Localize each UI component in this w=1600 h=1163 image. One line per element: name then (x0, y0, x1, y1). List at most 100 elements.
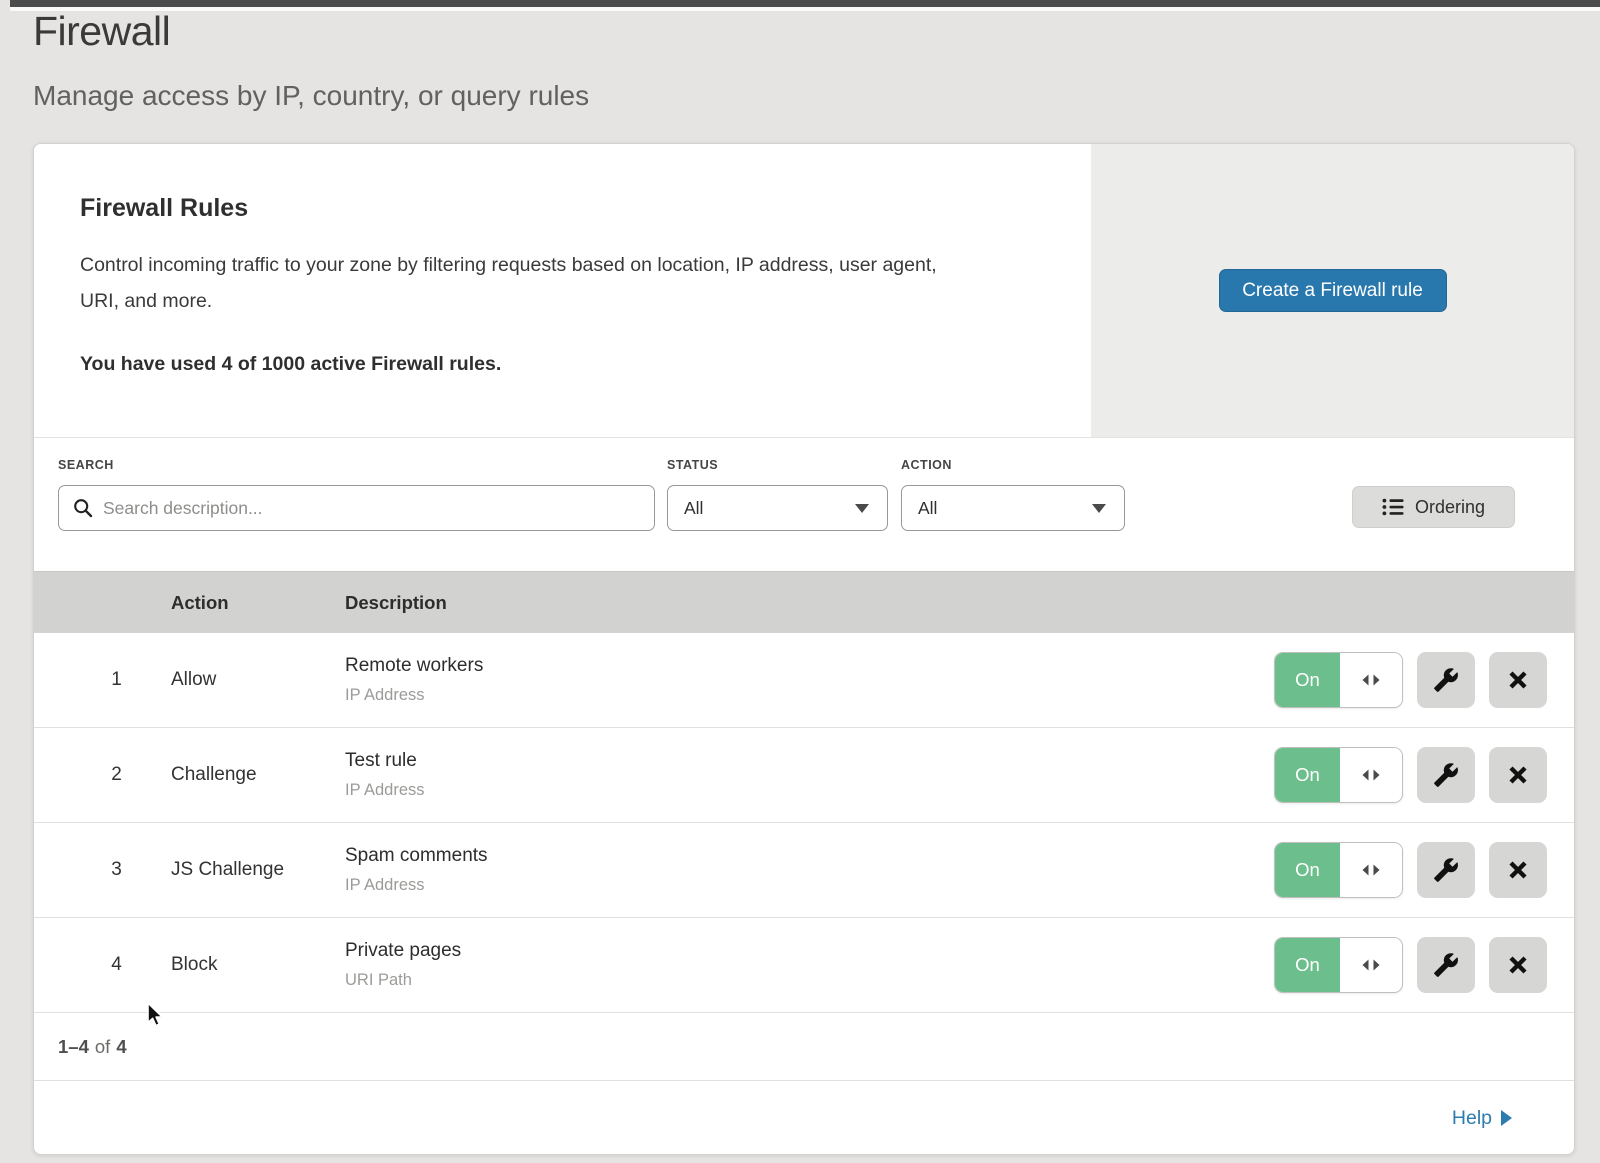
column-header-description: Description (345, 592, 1276, 614)
card-footer: Help (34, 1081, 1574, 1155)
wrench-icon (1433, 762, 1459, 788)
pagination-range: 1–4 (58, 1036, 89, 1058)
column-header-action: Action (171, 592, 345, 614)
status-select[interactable]: All (667, 485, 888, 531)
mouse-cursor (146, 1002, 166, 1028)
ordering-list-icon (1382, 498, 1404, 516)
toggle-arrows-icon (1359, 767, 1383, 783)
edit-rule-button[interactable] (1417, 652, 1475, 708)
toggle-arrows-icon (1359, 672, 1383, 688)
ordering-button[interactable]: Ordering (1352, 486, 1515, 528)
toggle-on-label[interactable]: On (1275, 938, 1340, 992)
pagination-bar: 1–4 of 4 (34, 1013, 1574, 1081)
pagination-of: of (95, 1036, 110, 1058)
table-row: 4 Block Private pages URI Path On (34, 918, 1574, 1013)
rule-match-type: URI Path (345, 971, 1276, 990)
rule-priority-number: 1 (34, 669, 171, 691)
page-title: Firewall (33, 8, 170, 55)
rule-controls: On (1276, 747, 1574, 803)
toggle-arrows-icon (1359, 862, 1383, 878)
hero-aside-panel: Create a Firewall rule (1091, 144, 1574, 437)
rule-controls: On (1276, 937, 1574, 993)
toggle-arrows-icon (1359, 957, 1383, 973)
delete-rule-button[interactable] (1489, 937, 1547, 993)
ordering-button-label: Ordering (1415, 497, 1485, 518)
rule-description-cell: Remote workers IP Address (345, 655, 1276, 705)
table-row: 3 JS Challenge Spam comments IP Address … (34, 823, 1574, 918)
card-description: Control incoming traffic to your zone by… (80, 247, 980, 319)
close-icon (1507, 954, 1529, 976)
rule-enabled-toggle[interactable]: On (1274, 937, 1403, 993)
wrench-icon (1433, 952, 1459, 978)
page-subtitle: Manage access by IP, country, or query r… (33, 80, 589, 112)
edit-rule-button[interactable] (1417, 937, 1475, 993)
rule-controls: On (1276, 842, 1574, 898)
action-label: ACTION (901, 458, 952, 472)
delete-rule-button[interactable] (1489, 842, 1547, 898)
toggle-handle[interactable] (1340, 748, 1402, 802)
action-select[interactable]: All (901, 485, 1125, 531)
caret-down-icon (855, 504, 869, 513)
toggle-on-label[interactable]: On (1275, 748, 1340, 802)
rule-priority-number: 2 (34, 764, 171, 786)
filter-bar: SEARCH STATUS All ACTION All Ordering (34, 439, 1574, 571)
rule-priority-number: 4 (34, 954, 171, 976)
delete-rule-button[interactable] (1489, 652, 1547, 708)
search-label: SEARCH (58, 458, 114, 472)
rule-enabled-toggle[interactable]: On (1274, 652, 1403, 708)
help-link[interactable]: Help (1452, 1107, 1512, 1130)
window-edge-strip (10, 0, 1600, 7)
toggle-handle[interactable] (1340, 843, 1402, 897)
caret-down-icon (1092, 504, 1106, 513)
hero-text-block: Firewall Rules Control incoming traffic … (34, 144, 1091, 437)
rule-description-cell: Private pages URI Path (345, 940, 1276, 990)
usage-summary: You have used 4 of 1000 active Firewall … (80, 353, 1045, 376)
rule-match-type: IP Address (345, 781, 1276, 800)
card-heading: Firewall Rules (80, 194, 1045, 223)
action-selected-value: All (918, 498, 937, 519)
search-field[interactable] (58, 485, 655, 531)
status-label: STATUS (667, 458, 718, 472)
rule-description-cell: Spam comments IP Address (345, 845, 1276, 895)
help-link-label: Help (1452, 1107, 1492, 1130)
table-row: 1 Allow Remote workers IP Address On (34, 633, 1574, 728)
rule-controls: On (1276, 652, 1574, 708)
pagination-total: 4 (116, 1036, 126, 1058)
rule-description-cell: Test rule IP Address (345, 750, 1276, 800)
edit-rule-button[interactable] (1417, 842, 1475, 898)
rule-enabled-toggle[interactable]: On (1274, 747, 1403, 803)
firewall-rules-card: Firewall Rules Control incoming traffic … (33, 143, 1575, 1155)
close-icon (1507, 669, 1529, 691)
rule-priority-number: 3 (34, 859, 171, 881)
rule-action-value: Allow (171, 669, 345, 691)
rule-match-type: IP Address (345, 876, 1276, 895)
rule-enabled-toggle[interactable]: On (1274, 842, 1403, 898)
rule-description: Test rule (345, 750, 1276, 772)
table-header-row: Action Description (34, 571, 1574, 633)
close-icon (1507, 764, 1529, 786)
hero-section: Firewall Rules Control incoming traffic … (34, 144, 1574, 438)
rule-action-value: Challenge (171, 764, 345, 786)
create-firewall-rule-button[interactable]: Create a Firewall rule (1219, 269, 1447, 312)
rule-action-value: JS Challenge (171, 859, 345, 881)
help-arrow-icon (1501, 1110, 1512, 1126)
rule-match-type: IP Address (345, 686, 1276, 705)
table-body: 1 Allow Remote workers IP Address On (34, 633, 1574, 1013)
table-row: 2 Challenge Test rule IP Address On (34, 728, 1574, 823)
delete-rule-button[interactable] (1489, 747, 1547, 803)
toggle-on-label[interactable]: On (1275, 843, 1340, 897)
search-input[interactable] (103, 486, 654, 530)
edit-rule-button[interactable] (1417, 747, 1475, 803)
rule-description: Private pages (345, 940, 1276, 962)
rule-description: Remote workers (345, 655, 1276, 677)
status-selected-value: All (684, 498, 703, 519)
toggle-on-label[interactable]: On (1275, 653, 1340, 707)
toggle-handle[interactable] (1340, 938, 1402, 992)
wrench-icon (1433, 667, 1459, 693)
toggle-handle[interactable] (1340, 653, 1402, 707)
window-edge-highlight (10, 7, 1600, 11)
rule-action-value: Block (171, 954, 345, 976)
close-icon (1507, 859, 1529, 881)
wrench-icon (1433, 857, 1459, 883)
search-icon (73, 498, 93, 518)
